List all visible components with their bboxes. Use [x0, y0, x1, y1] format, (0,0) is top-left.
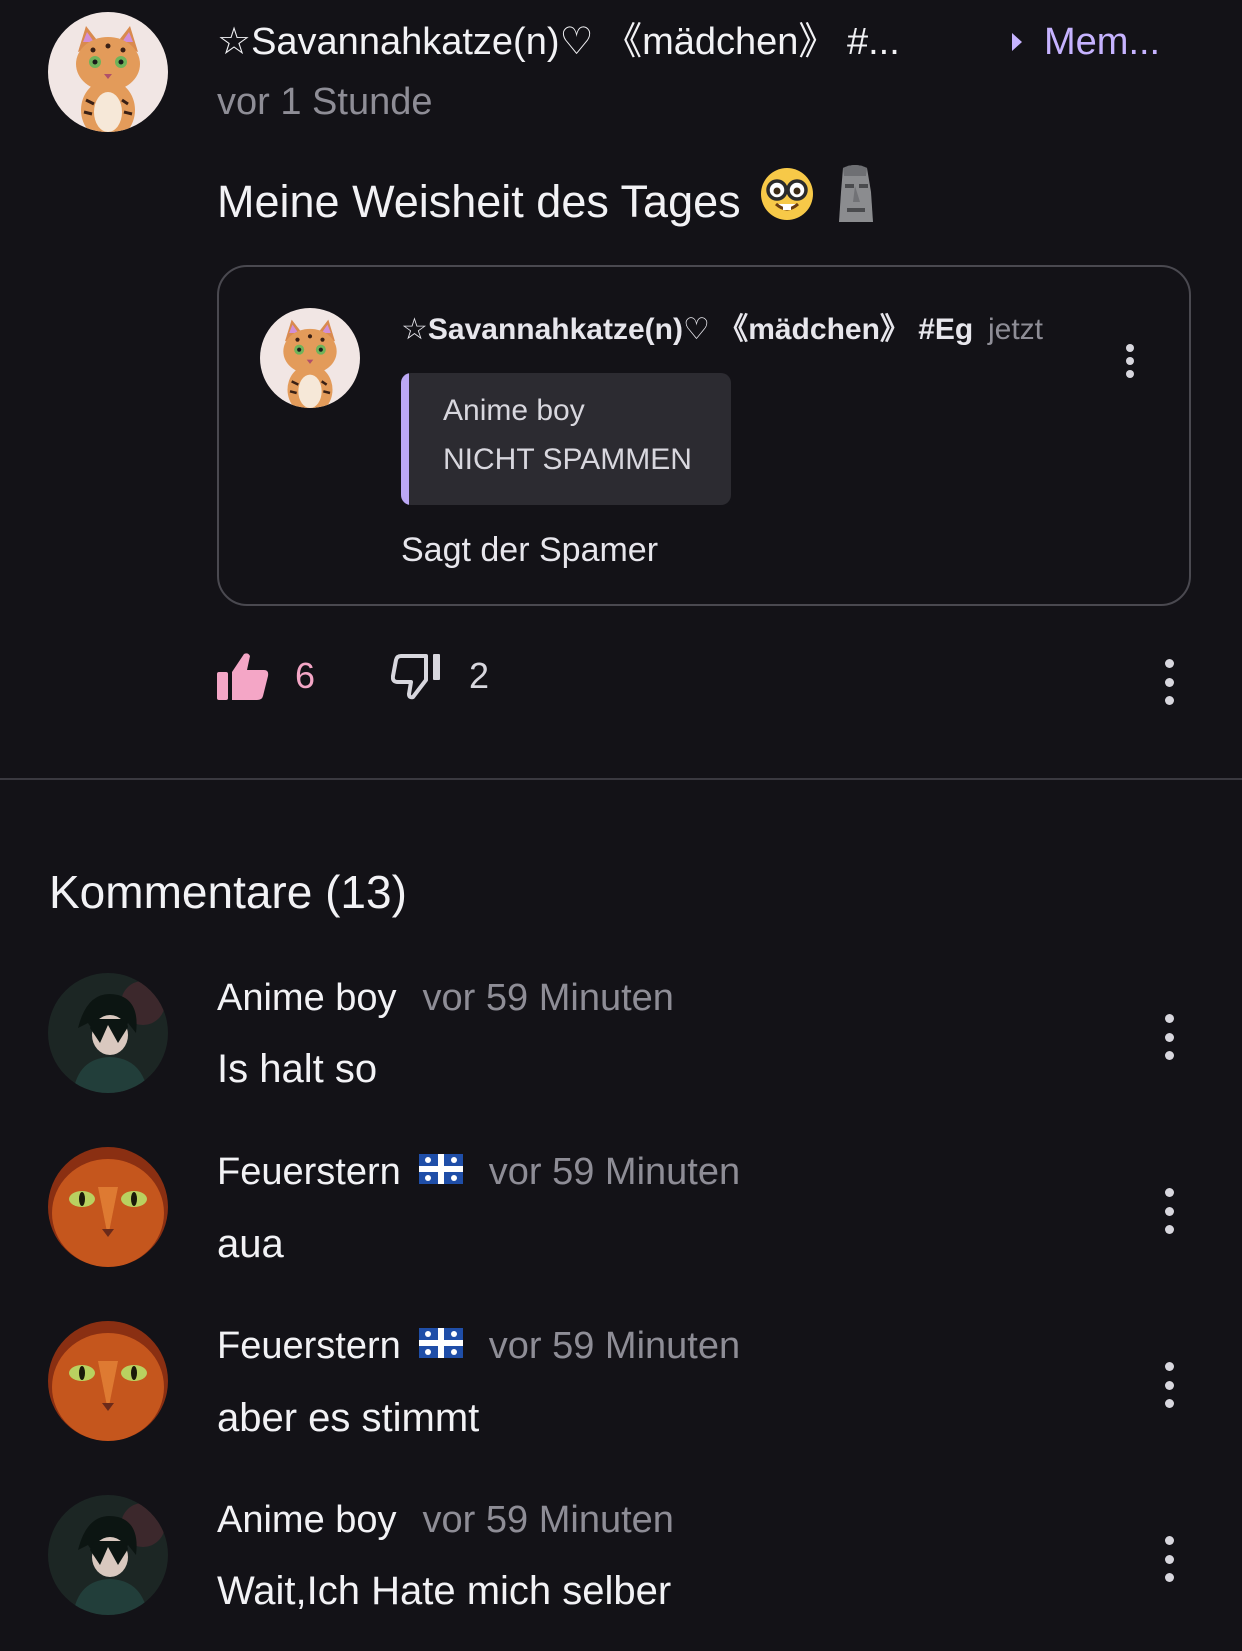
comment-text: aua: [217, 1222, 284, 1266]
comment-more-options-icon[interactable]: [1157, 1536, 1181, 1582]
comment-more-options-icon[interactable]: [1157, 1362, 1181, 1408]
divider: [0, 778, 1242, 780]
quoted-author-name[interactable]: ☆Savannahkatze(n)♡ 《mädchen》 #Eg: [401, 308, 973, 352]
post-more-options-icon[interactable]: [1157, 659, 1181, 705]
quoted-author-avatar[interactable]: [260, 308, 360, 408]
reply-to-text: NICHT SPAMMEN: [443, 443, 692, 476]
comment-author-name: Feuerstern: [217, 1325, 401, 1367]
comment-avatar[interactable]: [48, 973, 168, 1093]
comment-avatar[interactable]: [48, 1495, 168, 1615]
thumbs-down-icon: [391, 654, 440, 700]
comment-text: Wait,Ich Hate mich selber: [217, 1569, 672, 1613]
comment-author[interactable]: Feuerstern vor 59 Minuten: [217, 1320, 740, 1372]
group-link[interactable]: Mem...: [1012, 14, 1160, 70]
post-author-name[interactable]: ☆Savannahkatze(n)♡ 《mädchen》 #...: [217, 14, 987, 70]
comment-timestamp: vor 59 Minuten: [488, 1151, 741, 1193]
comment-author[interactable]: Anime boy vor 59 Minuten: [217, 1494, 674, 1546]
comments-heading: Kommentare (13): [49, 866, 407, 918]
comment-text: aber es stimmt: [217, 1396, 480, 1440]
reply-reference[interactable]: Anime boy NICHT SPAMMEN: [401, 373, 731, 505]
post-text: Meine Weisheit des Tages: [217, 176, 741, 227]
reply-to-name: Anime boy: [443, 394, 585, 427]
post-body: Meine Weisheit des Tages: [217, 162, 879, 242]
reply-accent-bar: [401, 373, 409, 505]
comment-author-name: Feuerstern: [217, 1151, 401, 1193]
quoted-more-options-icon[interactable]: [1120, 344, 1140, 378]
quoted-timestamp: jetzt: [988, 313, 1044, 346]
moai-emoji-icon: [833, 162, 879, 242]
nerd-face-emoji-icon: [759, 166, 815, 238]
comment-author-name: Anime boy: [217, 1499, 397, 1541]
comment-more-options-icon[interactable]: [1157, 1014, 1181, 1060]
comment-avatar[interactable]: [48, 1147, 168, 1267]
dislike-count: 2: [469, 655, 490, 696]
thumbs-up-icon: [217, 653, 269, 700]
caret-right-icon: [1012, 33, 1022, 51]
comment-text: Is halt so: [217, 1047, 378, 1091]
comment-timestamp: vor 59 Minuten: [488, 1325, 741, 1367]
comment-author[interactable]: Feuerstern vor 59 Minuten: [217, 1146, 740, 1198]
dislike-button[interactable]: 2: [391, 652, 489, 700]
comment-author-name: Anime boy: [217, 977, 397, 1019]
comment-more-options-icon[interactable]: [1157, 1188, 1181, 1234]
comment-author[interactable]: Anime boy vor 59 Minuten: [217, 972, 674, 1024]
comment-avatar[interactable]: [48, 1321, 168, 1441]
quebec-flag-icon: [418, 1320, 463, 1372]
like-count: 6: [295, 655, 316, 696]
comment-timestamp: vor 59 Minuten: [422, 1499, 674, 1541]
quebec-flag-icon: [418, 1146, 463, 1198]
post-author-avatar[interactable]: [48, 12, 168, 132]
quoted-post-body: Sagt der Spamer: [401, 531, 659, 569]
post-timestamp: vor 1 Stunde: [217, 81, 433, 123]
group-label: Mem...: [1044, 21, 1161, 63]
like-button[interactable]: 6: [217, 652, 315, 700]
comment-timestamp: vor 59 Minuten: [422, 977, 674, 1019]
